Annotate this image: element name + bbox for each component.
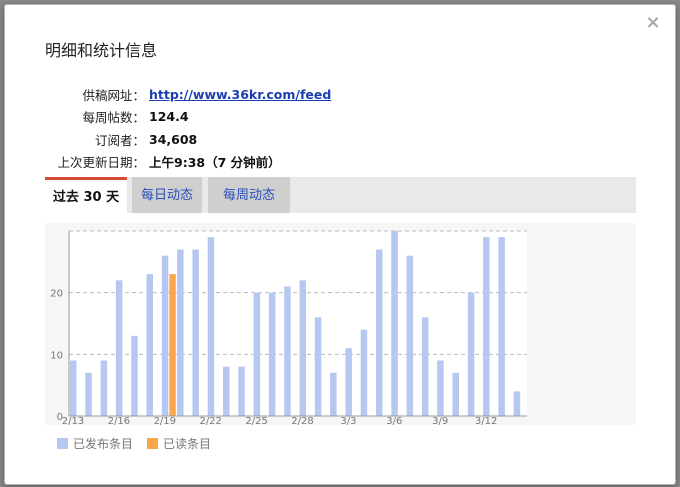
chart-legend: 已发布条目 已读条目: [57, 435, 225, 452]
feed-info: 供稿网址： http://www.36kr.com/feed 每周帖数： 124…: [5, 83, 675, 173]
bar-published[interactable]: [70, 360, 77, 417]
legend-swatch-published: [57, 438, 68, 449]
bar-read[interactable]: [169, 274, 176, 416]
x-tick-label: 3/9: [432, 416, 448, 425]
bar-published[interactable]: [360, 329, 368, 416]
bar-published[interactable]: [345, 348, 352, 416]
bar-published[interactable]: [437, 360, 444, 417]
bar-published[interactable]: [467, 292, 475, 416]
posts-per-week-label: 每周帖数：: [82, 110, 145, 126]
bar-published[interactable]: [131, 335, 138, 416]
subscribers-value: 34,608: [149, 131, 198, 147]
bar-published[interactable]: [330, 372, 337, 416]
dialog-title: 明细和统计信息: [45, 41, 158, 60]
bar-published[interactable]: [483, 237, 490, 416]
y-tick-label: 20: [50, 289, 63, 300]
posts-per-week-row: 每周帖数： 124.4: [5, 106, 675, 129]
feed-url-row: 供稿网址： http://www.36kr.com/feed: [5, 83, 675, 106]
legend-label-published: 已发布条目: [73, 437, 134, 451]
feed-url-label: 供稿网址：: [82, 87, 145, 103]
bar-published[interactable]: [100, 360, 108, 417]
bar-published[interactable]: [498, 237, 505, 416]
x-tick-label: 2/28: [291, 416, 313, 425]
feed-url-link[interactable]: http://www.36kr.com/feed: [149, 87, 331, 102]
tab-daily-activity[interactable]: 每日动态: [132, 177, 202, 213]
last-updated-row: 上次更新日期： 上午9:38（7 分钟前）: [5, 151, 675, 174]
subscribers-label: 订阅者：: [94, 132, 145, 148]
stats-tabs: 过去 30 天 每日动态 每周动态: [45, 177, 636, 213]
x-tick-label: 2/19: [154, 416, 176, 425]
x-tick-label: 2/13: [62, 416, 84, 425]
legend-label-read: 已读条目: [163, 437, 212, 451]
bar-published[interactable]: [207, 237, 215, 416]
bar-published[interactable]: [513, 391, 521, 416]
bar-published[interactable]: [146, 274, 154, 416]
activity-chart-svg: 010202/13 2/16 2/19 2/22 2/25 2/28 3/3 3/6 3/9 3/…: [50, 230, 527, 427]
x-tick-label: 2/25: [245, 416, 267, 425]
bar-published[interactable]: [376, 249, 383, 417]
bar-published[interactable]: [223, 366, 230, 416]
feed-url-value: http://www.36kr.com/feed: [149, 87, 331, 102]
tab-weekly-activity[interactable]: 每周动态: [208, 177, 290, 213]
subscribers-row: 订阅者： 34,608: [5, 128, 675, 151]
bar-published[interactable]: [85, 372, 92, 416]
bar-published[interactable]: [268, 292, 276, 416]
last-updated-label: 上次更新日期：: [57, 155, 145, 171]
bar-published[interactable]: [284, 286, 291, 417]
bar-published[interactable]: [161, 255, 169, 416]
feed-details-dialog: × 明细和统计信息 供稿网址： http://www.36kr.com/feed…: [4, 4, 676, 485]
bar-published[interactable]: [299, 280, 307, 416]
bar-published[interactable]: [253, 292, 261, 416]
tab-past-30-days[interactable]: 过去 30 天: [45, 177, 127, 213]
y-tick-label: 10: [50, 350, 63, 361]
x-tick-label: 3/6: [386, 416, 402, 425]
last-updated-value: 上午9:38（7 分钟前）: [149, 155, 281, 171]
bar-published[interactable]: [406, 255, 414, 416]
x-tick-label: 3/3: [340, 416, 356, 425]
activity-chart: 0 10 20 2/13 2/16 2/19 2/22 2/25 2/28 3/3 3/6 3/9 3/…: [45, 223, 636, 427]
bar-published[interactable]: [177, 249, 184, 417]
close-icon[interactable]: ×: [645, 14, 661, 32]
x-tick-label: 2/16: [108, 416, 130, 425]
bar-published[interactable]: [421, 317, 429, 416]
bar-published[interactable]: [115, 280, 123, 416]
bar-published[interactable]: [238, 366, 245, 416]
legend-swatch-read: [147, 438, 159, 449]
bar-published[interactable]: [192, 249, 199, 417]
bar-published[interactable]: [452, 372, 460, 416]
x-tick-label: 3/12: [475, 416, 497, 425]
bar-published[interactable]: [314, 317, 322, 416]
bar-published[interactable]: [391, 231, 398, 416]
x-tick-label: 2/22: [199, 416, 221, 425]
posts-per-week-value: 124.4: [149, 109, 189, 125]
